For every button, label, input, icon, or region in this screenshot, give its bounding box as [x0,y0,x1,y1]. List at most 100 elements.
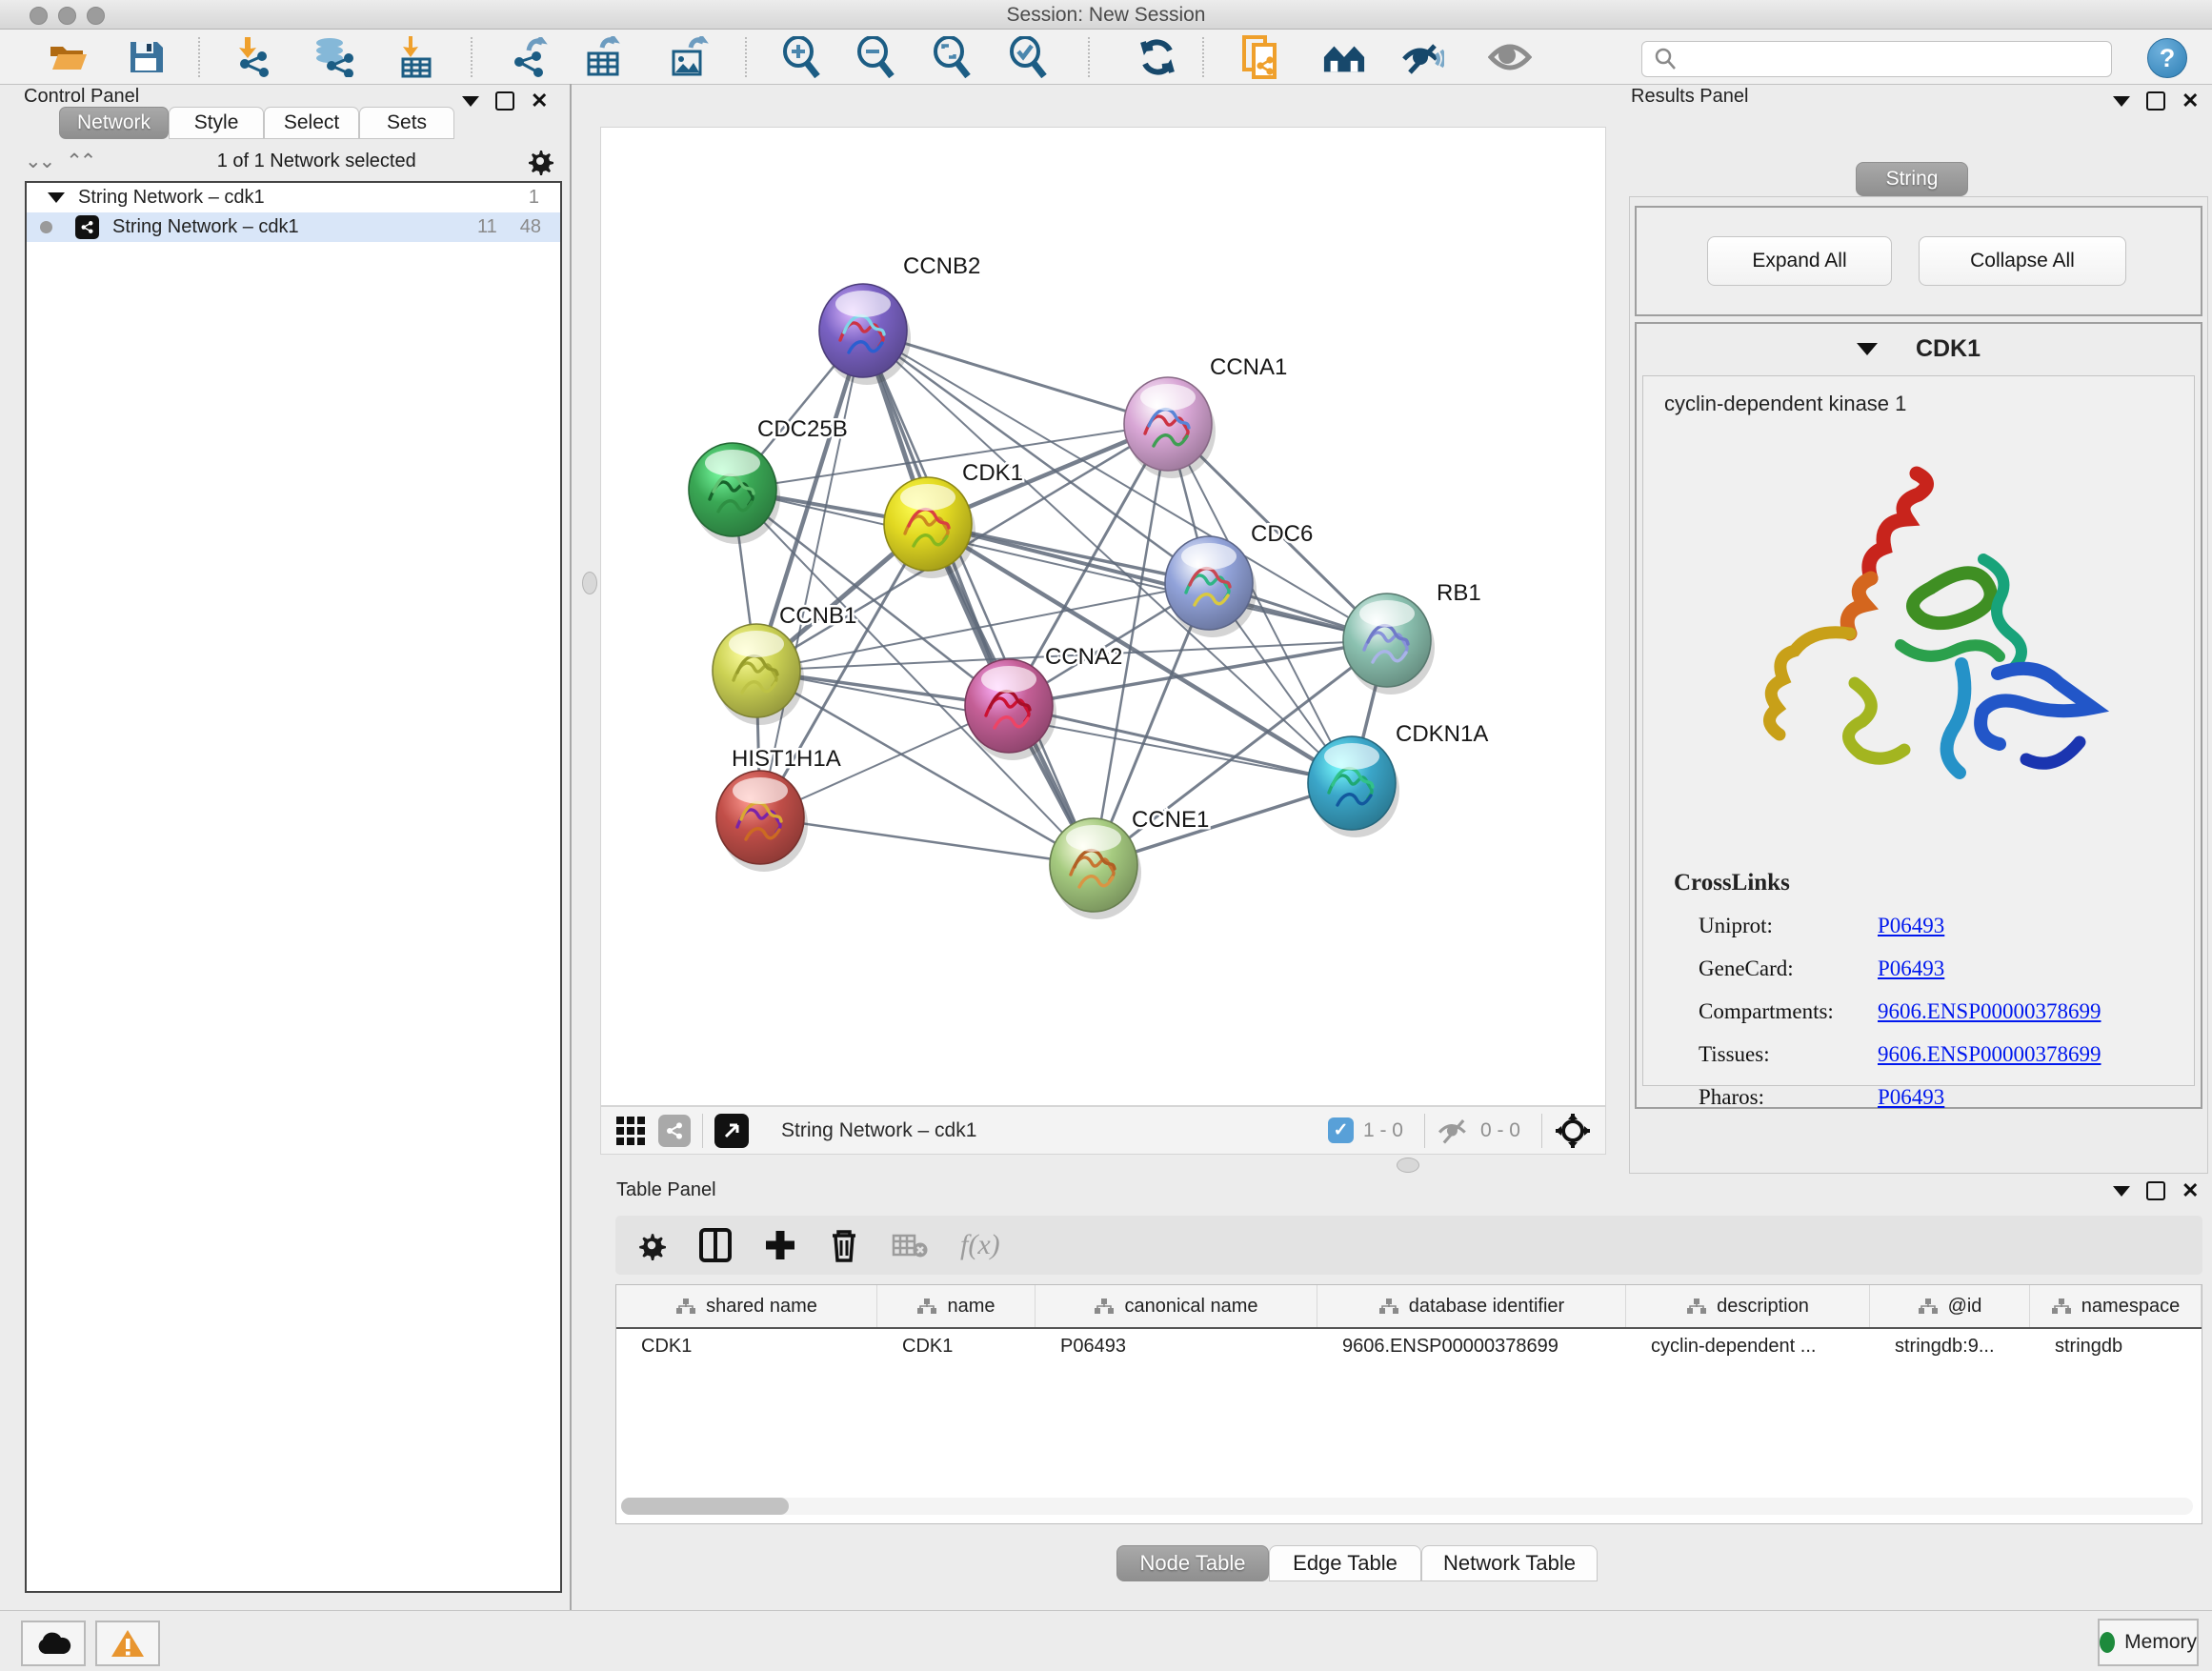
node-CDC25B[interactable]: CDC25B [689,416,848,544]
tab-style[interactable]: Style [169,107,264,139]
crosslink-link[interactable]: 9606.ENSP00000378699 [1878,999,2101,1024]
float-panel-icon[interactable] [2146,1181,2165,1200]
tab-edge-table[interactable]: Edge Table [1269,1545,1421,1581]
node-CDK1[interactable]: CDK1 [884,460,1023,578]
close-panel-icon[interactable]: ✕ [2182,93,2199,109]
crosslink-link[interactable]: P06493 [1878,956,1944,981]
search-box[interactable] [1641,41,2112,77]
selected-checkbox-icon[interactable]: ✓ [1328,1117,1354,1143]
show-eye-icon[interactable] [1488,37,1532,77]
table-cell[interactable]: CDK1 [877,1329,1036,1363]
expand-all-button[interactable]: Expand All [1707,236,1892,286]
zoom-fit-icon[interactable] [930,37,974,77]
network-options-gear-icon[interactable] [526,147,554,175]
network-row-selected[interactable]: String Network – cdk1 11 48 [27,212,560,242]
edge-CDK1-RB1[interactable] [928,524,1387,640]
tab-network-table[interactable]: Network Table [1421,1545,1598,1581]
collapse-all-button[interactable]: Collapse All [1919,236,2126,286]
birds-eye-view-icon[interactable] [714,1114,749,1148]
help-button[interactable]: ? [2147,38,2187,78]
tab-sets[interactable]: Sets [359,107,454,139]
table-cell[interactable]: P06493 [1036,1329,1317,1363]
float-panel-icon[interactable] [495,91,514,111]
collapse-panel-icon[interactable] [2113,1186,2130,1197]
table-cell[interactable]: stringdb [2030,1329,2202,1363]
node-HIST1H1A[interactable]: HIST1H1A [716,746,841,872]
tree-expand-icon[interactable] [48,192,65,203]
crosslink-link[interactable]: P06493 [1878,914,1944,938]
home-houses-icon[interactable] [1322,37,1366,77]
node-CCNB1[interactable]: CCNB1 [713,603,856,725]
table-options-gear-icon[interactable] [636,1230,667,1260]
tab-node-table[interactable]: Node Table [1116,1545,1269,1581]
close-panel-icon[interactable]: ✕ [531,93,548,109]
zoom-in-icon[interactable] [779,37,823,77]
edge-HIST1H1A-CCNE1[interactable] [760,817,1094,865]
edge-CCNB2-HIST1H1A[interactable] [760,331,863,817]
search-input[interactable] [1686,48,2111,70]
tab-string[interactable]: String [1856,162,1968,196]
table-horizontal-scrollbar[interactable] [621,1498,2193,1515]
node-RB1[interactable]: RB1 [1343,580,1481,695]
network-collection-row[interactable]: String Network – cdk1 1 [27,183,560,212]
column-header-namespace[interactable]: namespace [2030,1285,2202,1327]
splitter-handle[interactable] [582,572,597,594]
fit-selected-crosshair-icon[interactable] [1554,1112,1592,1150]
export-table-icon[interactable] [581,37,625,77]
collapse-panel-icon[interactable] [462,96,479,107]
import-network-database-icon[interactable] [311,37,354,77]
column-header-database-identifier[interactable]: database identifier [1317,1285,1626,1327]
scrollbar-thumb[interactable] [621,1498,789,1515]
horizontal-splitter-handle[interactable] [1397,1158,1419,1173]
warnings-button[interactable] [95,1621,160,1666]
tab-select[interactable]: Select [264,107,359,139]
column-header-@id[interactable]: @id [1870,1285,2030,1327]
node-CCNB2[interactable]: CCNB2 [819,253,980,385]
table-row[interactable]: CDK1CDK1P064939606.ENSP00000378699cyclin… [616,1329,2202,1363]
zoom-selected-icon[interactable] [1006,37,1050,77]
table-cell[interactable]: CDK1 [616,1329,877,1363]
open-session-icon[interactable] [46,37,90,77]
collapse-all-icon[interactable]: ⌄⌄ [25,150,52,173]
float-panel-icon[interactable] [2146,91,2165,111]
table-cell[interactable]: 9606.ENSP00000378699 [1317,1329,1626,1363]
crosslink-link[interactable]: P06493 [1878,1085,1944,1110]
node-CDKN1A[interactable]: CDKN1A [1308,721,1488,837]
tab-network[interactable]: Network [59,107,169,139]
column-header-canonical-name[interactable]: canonical name [1036,1285,1317,1327]
delete-column-icon[interactable] [829,1228,859,1262]
zoom-out-icon[interactable] [854,37,897,77]
crosslink-link[interactable]: 9606.ENSP00000378699 [1878,1042,2101,1067]
cloud-button[interactable] [21,1621,86,1666]
grid-view-icon[interactable] [614,1115,647,1147]
node-CCNE1[interactable]: CCNE1 [1050,807,1209,919]
expand-all-icon[interactable]: ⌃⌃ [66,150,93,173]
close-panel-icon[interactable]: ✕ [2182,1183,2199,1198]
memory-button[interactable]: Memory [2098,1619,2199,1666]
edge-CCNB2-CCNE1[interactable] [863,331,1094,865]
show-columns-icon[interactable] [699,1228,732,1262]
collapse-section-icon[interactable] [1857,343,1878,355]
cdk1-header[interactable]: CDK1 [1637,324,2201,373]
network-canvas[interactable]: CCNB2CCNA1CDC25BCDK1CDC6RB1CCNB1CCNA2CDK… [600,127,1606,1106]
vertical-splitter[interactable] [570,84,572,1610]
import-network-file-icon[interactable] [231,37,274,77]
node-CCNA1[interactable]: CCNA1 [1124,354,1287,478]
export-network-icon[interactable] [507,37,551,77]
add-column-icon[interactable] [764,1229,796,1261]
import-table-icon[interactable] [392,37,436,77]
table-cell[interactable]: stringdb:9... [1870,1329,2030,1363]
save-session-icon[interactable] [124,37,168,77]
table-cell[interactable]: cyclin-dependent ... [1626,1329,1870,1363]
node-CDC6[interactable]: CDC6 [1165,521,1313,637]
duplicate-network-icon[interactable] [1238,37,1282,77]
column-header-name[interactable]: name [877,1285,1036,1327]
column-header-description[interactable]: description [1626,1285,1870,1327]
string-network-graph[interactable]: CCNB2CCNA1CDC25BCDK1CDC6RB1CCNB1CCNA2CDK… [601,128,1605,1105]
refresh-layout-icon[interactable] [1136,37,1179,77]
edge-CCNA2-CDKN1A[interactable] [1009,706,1352,783]
hide-unhide-eye-icon[interactable] [1400,37,1444,77]
network-share-view-icon[interactable] [658,1115,691,1147]
collapse-panel-icon[interactable] [2113,96,2130,107]
column-header-shared-name[interactable]: shared name [616,1285,877,1327]
